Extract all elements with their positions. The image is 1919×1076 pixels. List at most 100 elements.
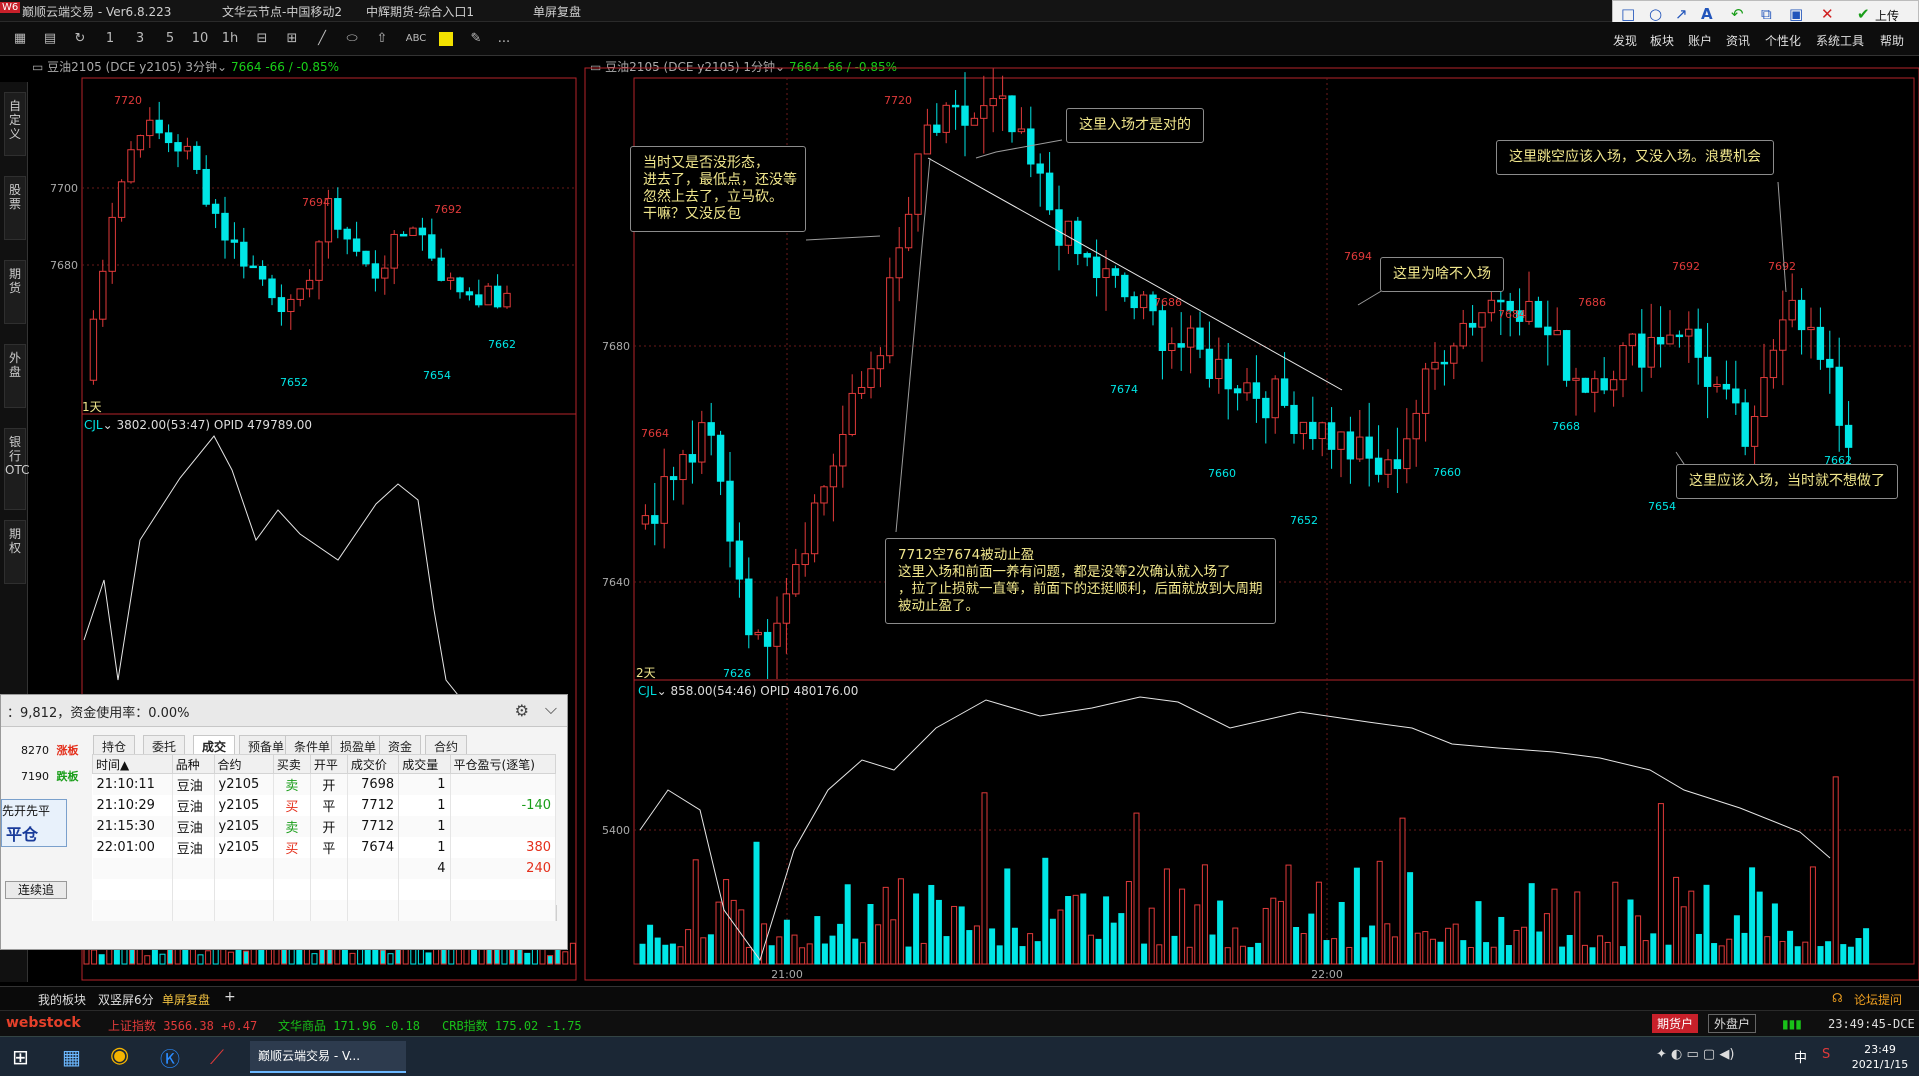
col-pnl[interactable]: 平仓盈亏(逐笔) [449, 754, 557, 774]
table-cell: 豆油 [172, 773, 215, 795]
tab-positions[interactable]: 持仓 [93, 735, 136, 755]
volume-bar [882, 886, 889, 965]
close-position-button[interactable]: 平仓 [2, 819, 66, 847]
price-mark: 7686 [1578, 296, 1606, 309]
collapse-icon[interactable]: ⌵ [545, 699, 557, 719]
col-time[interactable]: 时间▲ [92, 754, 173, 774]
volume-bar [1437, 941, 1444, 965]
volume-bar [1110, 922, 1117, 965]
table-cell: 21:10:11 [92, 773, 173, 795]
col-qty[interactable]: 成交量 [398, 754, 451, 774]
forum-link[interactable]: 论坛提问 [1854, 991, 1902, 1008]
volume-bar [1201, 864, 1208, 965]
annotation-entry-correct[interactable]: 这里入场才是对的 [1066, 108, 1204, 143]
annotation-gap-missed[interactable]: 这里跳空应该入场，又没入场。浪费机会 [1496, 140, 1774, 175]
col-side[interactable]: 买卖 [272, 754, 311, 774]
candle-body [456, 277, 464, 293]
order-mode[interactable]: 先开先平 [2, 800, 66, 819]
annotation-should-enter[interactable]: 这里应该入场，当时就不想做了 [1676, 464, 1898, 499]
right-subchart-header: CJL⌄ 858.00(54:46) OPID 480176.00 [638, 682, 858, 702]
chrome-icon[interactable]: ◉ [110, 1043, 129, 1075]
volume-bar [1331, 938, 1338, 965]
tab-stoploss[interactable]: 损盈单 [331, 735, 386, 755]
volume-bar [341, 949, 348, 965]
volume-bar [1528, 883, 1535, 965]
table-row[interactable]: 21:15:30 豆油 y2105 卖开 7712 1 [92, 815, 557, 837]
table-row[interactable]: 22:01:00 豆油 y2105 买平 7674 1 380 [92, 836, 557, 858]
volume-bar [1308, 913, 1315, 965]
candle-body [1102, 268, 1110, 279]
k-app-icon[interactable]: Ⓚ [160, 1043, 180, 1075]
candle-body [1534, 300, 1543, 328]
col-open-close[interactable]: 开平 [309, 754, 348, 774]
store-icon[interactable]: ▦ [62, 1045, 81, 1076]
volume-bar [1445, 927, 1452, 965]
trend-line[interactable] [927, 157, 1343, 391]
index-shanghai[interactable]: 上证指数 3566.38 +0.47 [108, 1017, 257, 1034]
candle-body [343, 228, 351, 240]
foreign-account-button[interactable]: 外盘户 [1708, 1014, 1757, 1033]
index-wenhua[interactable]: 文华商品 171.96 -0.18 [278, 1017, 420, 1034]
taskbar-active-app[interactable]: 巅顺云端交易 - V... [250, 1041, 406, 1073]
chevron-down-icon[interactable]: ⌄ [103, 418, 113, 432]
exchange-clock: 23:49:45-DCE [1828, 1017, 1915, 1031]
volume-bar [1589, 947, 1596, 965]
antivirus-icon[interactable]: S [1822, 1047, 1830, 1076]
table-row[interactable]: 21:10:29 豆油 y2105 买平 7712 1 -140 [92, 794, 557, 816]
volume-bar [1505, 945, 1512, 965]
indicator-select[interactable]: CJL [638, 684, 657, 698]
volume-bar [1627, 899, 1634, 965]
col-contract[interactable]: 合约 [213, 754, 274, 774]
gear-icon[interactable]: ⚙ [515, 701, 529, 720]
workspace-tab-dual-screen[interactable]: 双竖屏6分 [98, 991, 154, 1008]
volume-bar [1825, 941, 1832, 965]
col-price[interactable]: 成交价 [346, 754, 400, 774]
volume-bar [677, 946, 684, 965]
table-cell: -140 [450, 794, 557, 816]
candle-body [904, 213, 913, 249]
candle-body [1243, 382, 1251, 394]
continue-chase-button[interactable]: 连续追 [5, 881, 67, 899]
candle-body [1769, 349, 1778, 379]
callout-pointer [805, 235, 881, 241]
close-position-box[interactable]: 先开先平 平仓 [1, 799, 67, 847]
chevron-down-icon[interactable]: ⌄ [657, 684, 667, 698]
tab-orders[interactable]: 委托 [143, 735, 186, 755]
chart-app-icon[interactable]: ⟋ [210, 1045, 224, 1076]
candle-body [792, 564, 800, 595]
left-day-label: 1天 [82, 400, 102, 414]
candle-body [1280, 378, 1289, 406]
workspace-tab-my-sectors[interactable]: 我的板块 [38, 991, 86, 1008]
candle-body [136, 135, 145, 151]
volume-bar [1559, 946, 1566, 965]
col-name[interactable]: 品种 [171, 754, 215, 774]
volume-bar [243, 950, 250, 965]
candle-body [1431, 361, 1439, 370]
candle-body [1158, 310, 1167, 351]
tray-icons[interactable]: ✦ ◐ ▭ ▢ ◀) [1656, 1047, 1734, 1076]
volume-bar [1574, 891, 1581, 965]
candle-body [1797, 299, 1806, 331]
annotation-why-no-entry[interactable]: 这里为啥不入场 [1380, 257, 1504, 292]
indicator-select[interactable]: CJL [84, 418, 103, 432]
annotation-no-pattern[interactable]: 当时又是否没形态， 进去了，最低点，还没等 忽然上去了，立马砍。 干嘛？又没反包 [630, 146, 806, 232]
volume-bar [250, 948, 257, 965]
index-crb[interactable]: CRB指数 175.02 -1.75 [442, 1017, 582, 1034]
volume-bar [1171, 935, 1178, 965]
table-row[interactable]: 21:10:11 豆油 y2105 卖开 7698 1 [92, 773, 557, 795]
tab-funds[interactable]: 资金 [379, 735, 422, 755]
annotation-stop-profit[interactable]: 7712空7674被动止盈 这里入场和前面一养有问题，都是没等2次确认就入场了 … [885, 538, 1276, 624]
candle-body [1186, 327, 1195, 348]
candle-body [503, 292, 511, 308]
volume-bar [1635, 915, 1642, 965]
tab-fills[interactable]: 成交 [193, 735, 236, 755]
add-tab-icon[interactable]: + [224, 989, 236, 1005]
workspace-tab-single-replay[interactable]: 单屏复盘 [162, 991, 210, 1008]
tab-contracts[interactable]: 合约 [425, 735, 468, 755]
ime-indicator[interactable]: 中 [1794, 1047, 1807, 1076]
futures-account-button[interactable]: 期货户 [1652, 1014, 1699, 1033]
volume-bar [943, 936, 950, 965]
candle-body [660, 476, 668, 524]
windows-start-icon[interactable]: ⊞ [12, 1045, 29, 1076]
candle-body [1741, 402, 1749, 447]
